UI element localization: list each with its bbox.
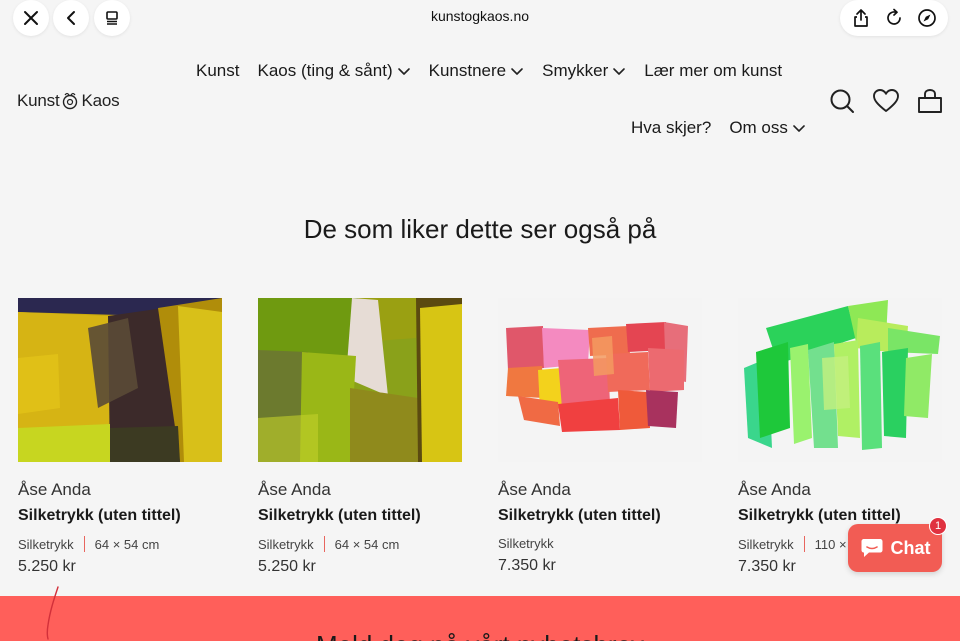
product-technique: Silketrykk [258, 536, 314, 552]
product-meta: Silketrykk [498, 536, 702, 551]
product-image[interactable] [18, 298, 222, 462]
product-meta: Silketrykk 64 × 54 cm [18, 536, 222, 552]
chat-bubble-icon [861, 539, 882, 557]
nav-label: Hva skjer? [631, 118, 712, 137]
product-technique: Silketrykk [738, 536, 794, 552]
meta-divider [83, 536, 85, 552]
header-icons [828, 87, 944, 115]
share-icon[interactable] [846, 3, 876, 33]
product-artist[interactable]: Åse Anda [18, 480, 222, 500]
newsletter-title: Meld deg på vårt nyhetsbrev [0, 630, 960, 641]
nav-item-kunst[interactable]: Kunst [196, 61, 239, 81]
product-title[interactable]: Silketrykk (uten tittel) [18, 507, 222, 525]
product-artist[interactable]: Åse Anda [738, 480, 942, 500]
product-card[interactable]: Åse Anda Silketrykk (uten tittel) Silket… [498, 298, 702, 575]
chat-badge: 1 [929, 517, 947, 535]
product-meta: Silketrykk 64 × 54 cm [258, 536, 462, 552]
chevron-down-icon [612, 64, 626, 78]
chevron-down-icon [510, 64, 524, 78]
browser-actions [840, 0, 948, 36]
product-artist[interactable]: Åse Anda [258, 480, 462, 500]
nav-label: Lær mer om kunst [644, 61, 783, 80]
product-image[interactable] [738, 298, 942, 462]
cart-icon[interactable] [916, 87, 944, 115]
nav-item-kaos[interactable]: Kaos (ting & sånt) [257, 61, 410, 81]
nav-item-smykker[interactable]: Smykker [542, 61, 626, 81]
chevron-down-icon [792, 121, 806, 135]
chat-button[interactable]: Chat [848, 524, 942, 572]
product-size: 64 × 54 cm [334, 536, 400, 552]
product-title[interactable]: Silketrykk (uten tittel) [738, 507, 942, 525]
product-price: 7.350 kr [498, 557, 556, 574]
site-logo[interactable]: Kunst Kaos [17, 91, 120, 111]
logo-text-right: Kaos [81, 91, 120, 110]
product-price: 5.250 kr [258, 558, 316, 575]
logo-text-left: Kunst [17, 91, 60, 110]
product-card[interactable]: Åse Anda Silketrykk (uten tittel) Silket… [18, 298, 222, 576]
chevron-down-icon [397, 64, 411, 78]
nav-label: Kaos (ting & sånt) [257, 61, 393, 80]
browser-chrome: kunstogkaos.no [0, 0, 960, 36]
section-title: De som liker dette ser også på [303, 214, 657, 244]
product-price: 5.250 kr [18, 558, 76, 575]
product-technique: Silketrykk [18, 536, 74, 552]
product-artist[interactable]: Åse Anda [498, 480, 702, 500]
nav-item-laer-mer[interactable]: Lær mer om kunst [644, 61, 782, 81]
heart-icon[interactable] [872, 87, 900, 115]
product-image[interactable] [258, 298, 462, 462]
product-size: 64 × 54 cm [94, 536, 160, 552]
scribble-mark [46, 586, 59, 640]
address-bar[interactable]: kunstogkaos.no [0, 8, 960, 24]
product-image[interactable] [498, 298, 702, 462]
product-card[interactable]: Åse Anda Silketrykk (uten tittel) Silket… [258, 298, 462, 576]
main-nav: Kunst Kaos (ting & sånt) Kunstnere Smykk… [196, 61, 782, 81]
nav-label: Kunst [196, 61, 240, 80]
nav-item-hva-skjer[interactable]: Hva skjer? [631, 118, 711, 138]
nav-item-kunstnere[interactable]: Kunstnere [429, 61, 525, 81]
product-title[interactable]: Silketrykk (uten tittel) [498, 507, 702, 525]
page: kunstogkaos.no Kunst Kaos Kunst Kaos (ti… [0, 0, 960, 641]
logo-mark-icon [60, 91, 80, 111]
newsletter-band: Meld deg på vårt nyhetsbrev [0, 596, 960, 641]
nav-label: Om oss [729, 118, 788, 137]
meta-divider [803, 536, 805, 552]
search-icon[interactable] [828, 87, 856, 115]
compass-icon[interactable] [912, 3, 942, 33]
reload-icon[interactable] [879, 3, 909, 33]
nav-label: Kunstnere [428, 61, 507, 80]
product-title[interactable]: Silketrykk (uten tittel) [258, 507, 462, 525]
nav-item-om-oss[interactable]: Om oss [729, 118, 806, 138]
chat-label: Chat [890, 537, 931, 558]
secondary-nav: Hva skjer? Om oss [631, 118, 806, 138]
product-technique: Silketrykk [498, 536, 554, 551]
nav-label: Smykker [542, 61, 609, 80]
meta-divider [323, 536, 325, 552]
